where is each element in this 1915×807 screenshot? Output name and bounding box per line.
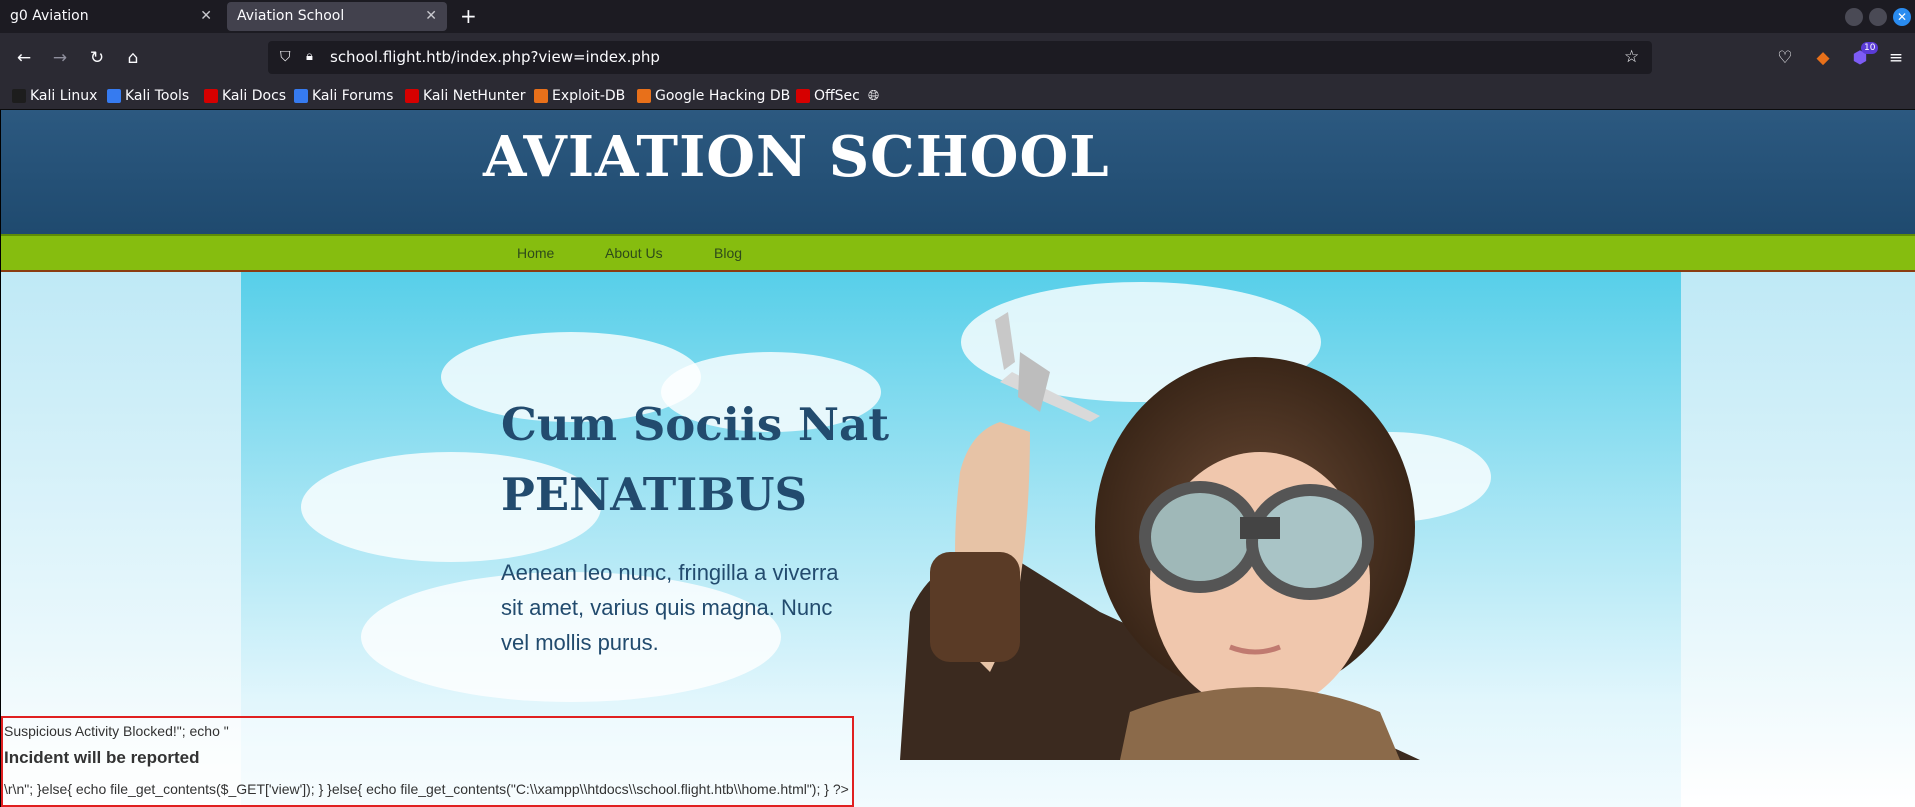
close-window-button[interactable]: ✕ bbox=[1893, 8, 1911, 26]
kali-nethunter-icon bbox=[405, 89, 419, 103]
menu-icon[interactable]: ≡ bbox=[1885, 47, 1907, 69]
bookmark-label: Kali NetHunter bbox=[423, 88, 526, 104]
site-header: AVIATION SCHOOL bbox=[1, 110, 1915, 234]
bookmark-label: Kali Forums bbox=[312, 88, 394, 104]
offsec-icon bbox=[796, 89, 810, 103]
new-tab-icon[interactable]: + bbox=[460, 2, 477, 31]
bookmark-label: OffSec bbox=[814, 88, 860, 104]
close-tab-icon[interactable]: ✕ bbox=[200, 2, 212, 31]
bookmark-offsec[interactable]: OffSec bbox=[794, 83, 860, 110]
close-tab-icon[interactable]: ✕ bbox=[425, 2, 437, 31]
lock-icon[interactable]: 🔒︎ bbox=[306, 48, 324, 66]
bookmarks-bar: Kali Linux Kali Tools Kali Docs Kali For… bbox=[0, 83, 1915, 110]
hero-heading-line2: PENATIBUS bbox=[501, 468, 808, 521]
tab-bar: g0 Aviation ✕ Aviation School ✕ + ✕ bbox=[0, 0, 1915, 33]
blocked-line2: Incident will be reported bbox=[4, 748, 200, 767]
hero-heading-line1: Cum Sociis Nat bbox=[501, 398, 889, 451]
bookmark-exploit-db[interactable]: Exploit-DB bbox=[532, 83, 625, 110]
globe-icon: 🌐︎ bbox=[868, 88, 880, 104]
kali-forums-icon bbox=[294, 89, 308, 103]
bookmark-label: Kali Docs bbox=[222, 88, 287, 104]
tab-title: Aviation School bbox=[237, 8, 345, 24]
site-title: AVIATION SCHOOL bbox=[483, 124, 1110, 190]
tab-g0-aviation[interactable]: g0 Aviation ✕ bbox=[0, 2, 222, 31]
bookmark-kali-forums[interactable]: Kali Forums bbox=[292, 83, 393, 110]
url-text[interactable]: school.flight.htb/index.php?view=index.p… bbox=[330, 41, 660, 74]
bookmark-label: Kali Tools bbox=[125, 88, 190, 104]
bookmark-kali-docs[interactable]: Kali Docs bbox=[202, 83, 286, 110]
nav-toolbar: ← → ↻ ⌂ ⛉ 🔒︎ school.flight.htb/index.php… bbox=[0, 33, 1915, 83]
bookmark-kali-tools[interactable]: Kali Tools bbox=[105, 83, 189, 110]
kali-icon bbox=[12, 89, 26, 103]
maximize-button[interactable] bbox=[1869, 8, 1887, 26]
window-controls: ✕ bbox=[1845, 8, 1911, 26]
bookmark-globe[interactable]: 🌐︎ bbox=[868, 83, 879, 110]
shield-icon[interactable]: ⛉ bbox=[280, 48, 298, 66]
extension-fox-icon[interactable]: ◆ bbox=[1812, 47, 1834, 69]
tab-title: g0 Aviation bbox=[10, 8, 89, 24]
menu-home[interactable]: Home bbox=[517, 236, 554, 270]
bookmark-kali-linux[interactable]: Kali Linux bbox=[10, 83, 97, 110]
home-icon[interactable]: ⌂ bbox=[122, 47, 144, 69]
tab-aviation-school[interactable]: Aviation School ✕ bbox=[227, 2, 447, 31]
hero-text: Aenean leo nunc, fringilla a viverra sit… bbox=[501, 560, 839, 655]
minimize-button[interactable] bbox=[1845, 8, 1863, 26]
kali-docs-icon bbox=[204, 89, 218, 103]
bookmark-kali-nethunter[interactable]: Kali NetHunter bbox=[403, 83, 525, 110]
suspicious-activity-message: Suspicious Activity Blocked!"; echo " In… bbox=[1, 716, 854, 807]
bookmark-label: Kali Linux bbox=[30, 88, 98, 104]
exploit-db-icon bbox=[534, 89, 548, 103]
menu-blog[interactable]: Blog bbox=[714, 236, 742, 270]
bookmark-label: Google Hacking DB bbox=[655, 88, 791, 104]
extension-icon[interactable]: ⬢ 10 bbox=[1849, 42, 1879, 69]
ghdb-icon bbox=[637, 89, 651, 103]
back-icon[interactable]: ← bbox=[13, 47, 35, 69]
bookmark-star-icon[interactable]: ☆ bbox=[1624, 47, 1644, 67]
address-bar[interactable]: ⛉ 🔒︎ school.flight.htb/index.php?view=in… bbox=[268, 41, 1652, 74]
pilot-kid-photo bbox=[900, 312, 1420, 760]
forward-icon[interactable]: → bbox=[49, 47, 71, 69]
menu-about-us[interactable]: About Us bbox=[605, 236, 663, 270]
extension-badge: 10 bbox=[1861, 42, 1879, 54]
blocked-line3: \r\n"; }else{ echo file_get_contents($_G… bbox=[4, 781, 849, 797]
blocked-line1: Suspicious Activity Blocked!"; echo " bbox=[4, 723, 229, 739]
kali-tools-icon bbox=[107, 89, 121, 103]
hero-heading: Cum Sociis Nat PENATIBUS bbox=[501, 390, 921, 530]
toy-plane bbox=[995, 312, 1100, 422]
bookmark-google-hacking-db[interactable]: Google Hacking DB bbox=[635, 83, 790, 110]
reload-icon[interactable]: ↻ bbox=[86, 47, 108, 69]
site-menu: Home About Us Blog bbox=[1, 234, 1915, 272]
web-page: AVIATION SCHOOL Home About Us Blog Cum S… bbox=[0, 110, 1915, 807]
bookmark-label: Exploit-DB bbox=[552, 88, 626, 104]
pocket-icon[interactable]: ♡ bbox=[1774, 47, 1796, 69]
